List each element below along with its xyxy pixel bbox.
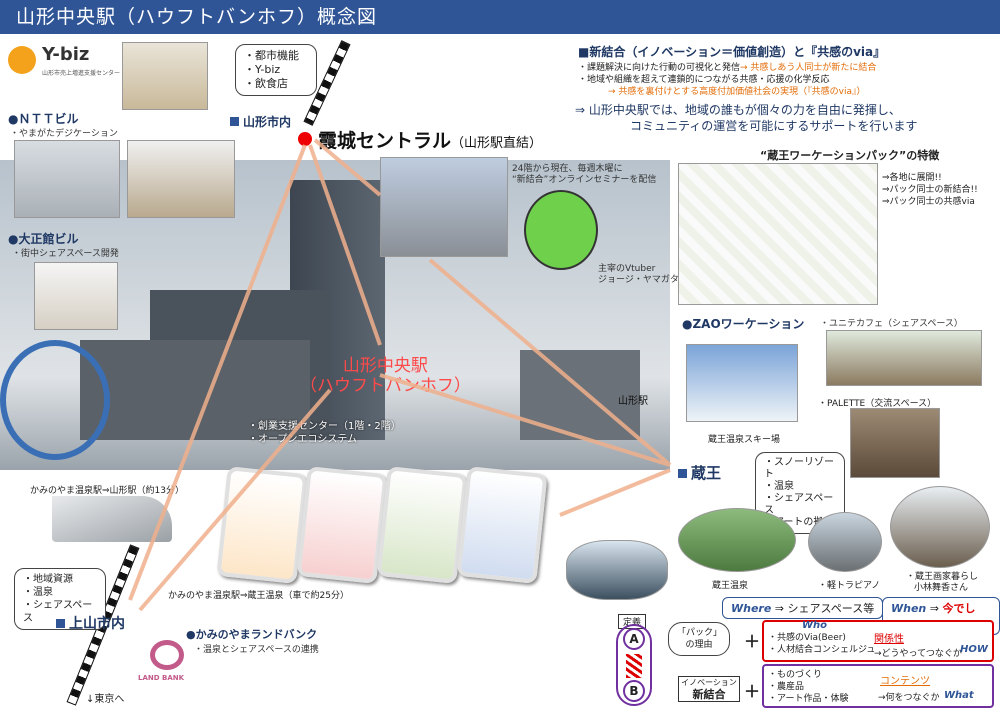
arrow-kasumi-kaminoyama — [128, 144, 307, 601]
slide: 山形中央駅（ハウフトバンホフ）概念図 Y-biz 山形市売上増進支援センター ・… — [0, 0, 1000, 710]
arrow-kasumi-zao — [428, 258, 672, 467]
connector-arrows — [128, 138, 672, 612]
arrow-zao-phones — [559, 468, 671, 517]
arrow-kasumi-center — [308, 144, 382, 346]
arrow-center-zao — [379, 373, 671, 467]
